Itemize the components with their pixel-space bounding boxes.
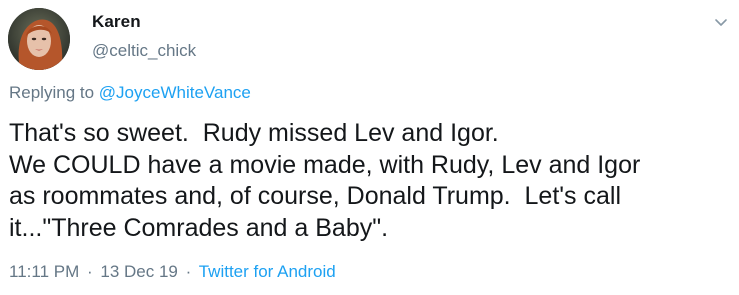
tweet-card: Karen @celtic_chick Replying to @JoyceWh… bbox=[0, 0, 739, 295]
tweet-source-link[interactable]: Twitter for Android bbox=[199, 262, 336, 281]
tweet-text-line: it..."Three Comrades and a Baby". bbox=[9, 213, 389, 242]
tweet-time[interactable]: 11:11 PM bbox=[9, 262, 79, 281]
tweet-text: That's so sweet. Rudy missed Lev and Igo… bbox=[9, 118, 729, 244]
chevron-down-icon[interactable] bbox=[713, 14, 729, 30]
tweet-text-line: That's so sweet. Rudy missed Lev and Igo… bbox=[9, 119, 499, 147]
tweet-date[interactable]: 13 Dec 19 bbox=[100, 262, 178, 281]
meta-separator: · bbox=[86, 262, 93, 281]
tweet-text-line: as roommates and, of course, Donald Trum… bbox=[9, 182, 621, 210]
tweet-metadata: 11:11 PM · 13 Dec 19 · Twitter for Andro… bbox=[9, 262, 336, 282]
meta-separator: · bbox=[185, 262, 192, 281]
reply-mention-link[interactable]: @JoyceWhiteVance bbox=[99, 83, 251, 102]
author-display-name[interactable]: Karen bbox=[92, 12, 141, 32]
author-handle[interactable]: @celtic_chick bbox=[92, 41, 196, 61]
avatar[interactable] bbox=[8, 8, 70, 70]
avatar-photo-icon bbox=[8, 8, 70, 70]
tweet-text-line: We COULD have a movie made, with Rudy, L… bbox=[9, 150, 641, 179]
reply-context: Replying to @JoyceWhiteVance bbox=[9, 83, 251, 103]
reply-prefix: Replying to bbox=[9, 83, 95, 102]
